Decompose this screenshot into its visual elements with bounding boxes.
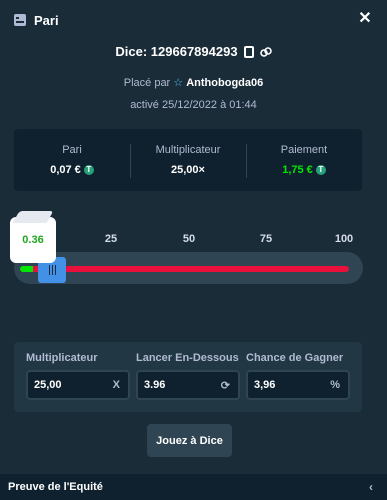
roll-under-input[interactable]: 3.96 ⟳ <box>136 370 240 400</box>
result-die: 0.36 <box>10 217 56 263</box>
multiplier-field: Multiplicateur 25,00 X <box>26 352 130 400</box>
roll-under-field: Lancer En-Dessous 3.96 ⟳ <box>136 352 240 400</box>
slider-ticks: 0 25 50 75 100 <box>0 233 387 247</box>
bet-amount: 0,07 € <box>50 164 81 176</box>
tether-coin-icon: T <box>83 165 94 175</box>
stat-bet: Pari 0,07 € T <box>14 144 130 176</box>
tick-label: 75 <box>259 233 273 245</box>
bet-id-row: Dice: 129667894293 <box>0 44 387 59</box>
fairness-footer[interactable]: Preuve de l'Equité ‹ <box>0 474 387 500</box>
multiply-icon: X <box>112 379 120 391</box>
win-range <box>20 266 34 272</box>
fairness-title: Preuve de l'Equité <box>8 481 103 493</box>
stat-multiplier: Multiplicateur 25,00× <box>130 144 246 178</box>
activated-date: activé 25/12/2022 à 01:44 <box>130 99 257 111</box>
result-value: 0.36 <box>22 234 44 246</box>
win-chance-input[interactable]: 3,96 % <box>246 370 350 400</box>
multiplier-input[interactable]: 25,00 X <box>26 370 130 400</box>
win-chance-field: Chance de Gagner 3,96 % <box>246 352 350 400</box>
tick-label: 25 <box>104 233 118 245</box>
close-icon[interactable]: ✕ <box>357 11 373 27</box>
multiplier-amount: 25,00× <box>171 164 205 176</box>
percent-icon: % <box>330 379 340 391</box>
dice-slider: 0 25 50 75 100 0.36 <box>0 200 387 310</box>
tether-coin-icon: T <box>315 165 326 175</box>
chevron-left-icon[interactable]: ‹ <box>369 480 373 494</box>
bet-stats: Pari 0,07 € T Multiplicateur 25,00× Paie… <box>14 129 362 191</box>
star-icon: ☆ <box>173 77 184 89</box>
tick-label: 100 <box>334 233 354 245</box>
modal-title: Pari <box>34 12 59 28</box>
username[interactable]: Anthobogda06 <box>186 77 263 89</box>
tick-label: 50 <box>182 233 196 245</box>
slider-track[interactable] <box>20 266 349 272</box>
copy-icon[interactable] <box>243 45 254 58</box>
stat-payout: Paiement 1,75 € T <box>246 144 362 178</box>
play-dice-button[interactable]: Jouez à Dice <box>147 424 232 457</box>
bet-controls: Multiplicateur 25,00 X Lancer En-Dessous… <box>14 342 362 412</box>
refresh-icon[interactable]: ⟳ <box>221 379 230 392</box>
placed-by: Placé par ☆ Anthobogda06 <box>123 77 264 89</box>
payout-amount: 1,75 € <box>282 164 313 176</box>
ticket-icon <box>14 14 26 26</box>
bet-id: Dice: 129667894293 <box>115 44 238 59</box>
link-icon[interactable] <box>259 46 272 58</box>
modal-header: Pari ✕ <box>0 0 387 40</box>
